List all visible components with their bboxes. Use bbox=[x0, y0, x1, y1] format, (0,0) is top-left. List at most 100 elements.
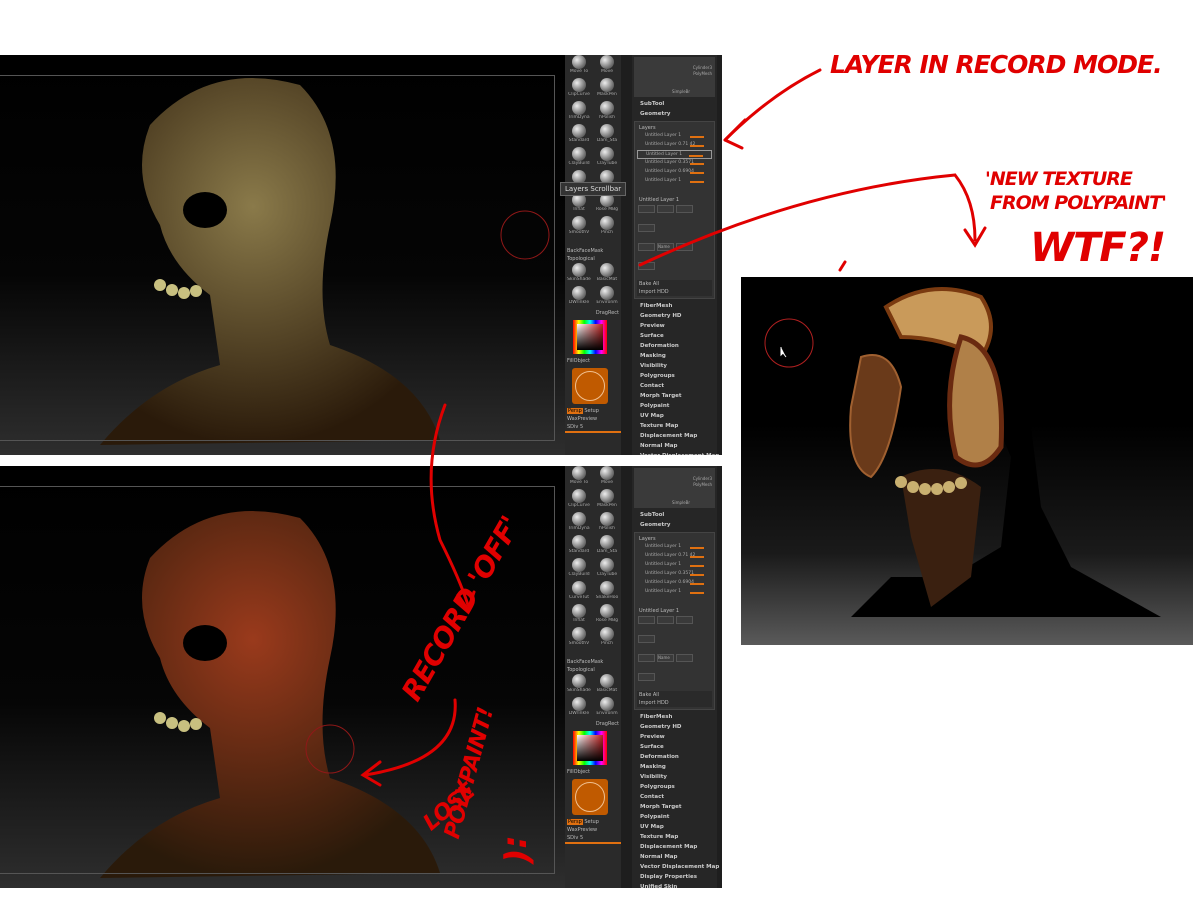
menu-item[interactable]: Polygroups bbox=[632, 371, 717, 381]
layer-new-button[interactable] bbox=[638, 673, 655, 681]
menu-item[interactable]: Texture Map bbox=[632, 832, 717, 842]
menu-item[interactable]: Morph Target bbox=[632, 802, 717, 812]
menu-item[interactable]: Polypaint bbox=[632, 401, 717, 411]
import-hdd-button[interactable]: Import HDD bbox=[637, 288, 712, 296]
menu-item[interactable]: UV Map bbox=[632, 411, 717, 421]
canvas-viewport[interactable] bbox=[0, 55, 565, 455]
menu-item[interactable]: Geometry HD bbox=[632, 311, 717, 321]
layers-title[interactable]: Layers bbox=[637, 535, 712, 543]
layer-row[interactable]: Untitled Layer 1 bbox=[637, 150, 712, 159]
menu-item[interactable]: Displacement Map bbox=[632, 842, 717, 852]
brush-button[interactable]: MaskPen bbox=[594, 78, 620, 101]
sdiv-slider[interactable]: SDiv 5 bbox=[565, 834, 621, 844]
layer-down-button[interactable] bbox=[657, 205, 674, 213]
brush-button[interactable]: Move To bbox=[566, 55, 592, 78]
persp-button[interactable]: Persp Setup bbox=[565, 407, 621, 415]
menu-item[interactable]: Display Properties bbox=[632, 872, 717, 882]
layer-down-button[interactable] bbox=[657, 616, 674, 624]
navigation-disc[interactable] bbox=[572, 779, 608, 815]
bake-all-button[interactable]: Bake All bbox=[637, 280, 712, 288]
menu-item[interactable]: Masking bbox=[632, 762, 717, 772]
layer-row[interactable]: Untitled Layer 1 bbox=[637, 588, 712, 597]
menu-item[interactable]: Vector Displacement Map bbox=[632, 862, 719, 872]
brush-button[interactable]: Inflat bbox=[566, 193, 592, 216]
brush-button[interactable]: ClayTube bbox=[594, 147, 620, 170]
menu-subtool[interactable]: SubTool bbox=[632, 99, 717, 109]
navigation-disc[interactable] bbox=[572, 368, 608, 404]
import-hdd-button[interactable]: Import HDD bbox=[637, 699, 712, 707]
menu-item[interactable]: Unified Skin bbox=[632, 882, 717, 888]
menu-item[interactable]: Surface bbox=[632, 331, 717, 341]
brush-button[interactable]: Dam_Sta bbox=[594, 535, 620, 558]
color-picker[interactable] bbox=[573, 731, 607, 765]
layer-row[interactable]: Untitled Layer 0.3571 bbox=[637, 159, 712, 168]
layer-row[interactable]: Untitled Layer 0.71 42 bbox=[637, 552, 712, 561]
material-button[interactable]: Environm bbox=[594, 286, 620, 309]
brush-button[interactable]: ClayBuild bbox=[566, 558, 592, 581]
layer-up-button[interactable] bbox=[638, 616, 655, 624]
material-button[interactable]: BasicMat bbox=[594, 674, 620, 697]
layer-row[interactable]: Untitled Layer 0.3571 bbox=[637, 570, 712, 579]
layer-row[interactable]: Untitled Layer 1 bbox=[637, 543, 712, 552]
material-button[interactable]: BasicMat bbox=[594, 263, 620, 286]
wax-preview-button[interactable]: WaxPreview bbox=[565, 415, 621, 423]
menu-geometry[interactable]: Geometry bbox=[632, 109, 717, 119]
menu-subtool[interactable]: SubTool bbox=[632, 510, 717, 520]
menu-item[interactable]: Normal Map bbox=[632, 441, 717, 451]
menu-item[interactable]: Deformation bbox=[632, 341, 717, 351]
brush-button[interactable]: SmoothV bbox=[566, 216, 592, 239]
layer-up-button[interactable] bbox=[638, 205, 655, 213]
layer-row[interactable]: Untitled Layer 1 bbox=[637, 132, 712, 141]
brush-button[interactable]: Rose MBg bbox=[594, 604, 620, 627]
menu-item[interactable]: Deformation bbox=[632, 752, 717, 762]
layer-row[interactable]: Untitled Layer 0.6904 bbox=[637, 579, 712, 588]
color-picker[interactable] bbox=[573, 320, 607, 354]
topological-button[interactable]: Topological bbox=[565, 255, 621, 263]
topological-button[interactable]: Topological bbox=[565, 666, 621, 674]
brush-button[interactable]: ClipCurve bbox=[566, 78, 592, 101]
layer-split-button[interactable] bbox=[676, 205, 693, 213]
layer-row[interactable]: Untitled Layer 1 bbox=[637, 561, 712, 570]
brush-button[interactable]: Move To bbox=[566, 466, 592, 489]
menu-item[interactable]: Vector Displacement Map bbox=[632, 451, 719, 455]
brush-button[interactable]: hPolish bbox=[594, 101, 620, 124]
brush-button[interactable]: Standard bbox=[566, 535, 592, 558]
brush-button[interactable]: hPolish bbox=[594, 512, 620, 535]
brush-button[interactable]: TrimDyna bbox=[566, 101, 592, 124]
brush-button[interactable]: Inflat bbox=[566, 604, 592, 627]
brush-button[interactable]: SmoothV bbox=[566, 627, 592, 650]
layer-dup-button[interactable] bbox=[676, 654, 693, 662]
menu-geometry[interactable]: Geometry bbox=[632, 520, 717, 530]
brush-button[interactable]: SnakeHoo bbox=[594, 581, 620, 604]
sdiv-slider[interactable]: SDiv 5 bbox=[565, 423, 621, 433]
menu-item[interactable]: Surface bbox=[632, 742, 717, 752]
menu-item[interactable]: Morph Target bbox=[632, 391, 717, 401]
menu-item[interactable]: Texture Map bbox=[632, 421, 717, 431]
brush-button[interactable]: TrimDyna bbox=[566, 512, 592, 535]
fill-object-button[interactable]: FillObject bbox=[565, 357, 621, 365]
wax-preview-button[interactable]: WaxPreview bbox=[565, 826, 621, 834]
canvas-viewport[interactable] bbox=[0, 466, 565, 888]
fill-object-button[interactable]: FillObject bbox=[565, 768, 621, 776]
brush-button[interactable]: ClayTube bbox=[594, 558, 620, 581]
brush-button[interactable]: Pinch bbox=[594, 216, 620, 239]
layer-delete-button[interactable] bbox=[638, 654, 655, 662]
brush-button[interactable]: ClipCurve bbox=[566, 489, 592, 512]
backface-mask-button[interactable]: BackFaceMask bbox=[565, 247, 621, 255]
menu-item[interactable]: Normal Map bbox=[632, 852, 717, 862]
layer-merge-button[interactable] bbox=[638, 224, 655, 232]
layer-row[interactable]: Untitled Layer 0.71 42 bbox=[637, 141, 712, 150]
material-button[interactable]: SkinShade bbox=[566, 674, 592, 697]
layer-merge-button[interactable] bbox=[638, 635, 655, 643]
brush-button[interactable]: MaskPen bbox=[594, 489, 620, 512]
brush-button[interactable]: ClayBuild bbox=[566, 147, 592, 170]
brush-button[interactable]: Move bbox=[594, 55, 620, 78]
dragrect-stroke[interactable]: DragRect bbox=[565, 309, 621, 317]
brush-button[interactable]: Rose MBg bbox=[594, 193, 620, 216]
layers-title[interactable]: Layers bbox=[637, 124, 712, 132]
layer-split-button[interactable] bbox=[676, 616, 693, 624]
menu-item[interactable]: Visibility bbox=[632, 361, 717, 371]
material-button[interactable]: DWrinkle bbox=[566, 286, 592, 309]
layer-name-button[interactable]: Name bbox=[657, 243, 674, 251]
layer-name-button[interactable]: Name bbox=[657, 654, 674, 662]
